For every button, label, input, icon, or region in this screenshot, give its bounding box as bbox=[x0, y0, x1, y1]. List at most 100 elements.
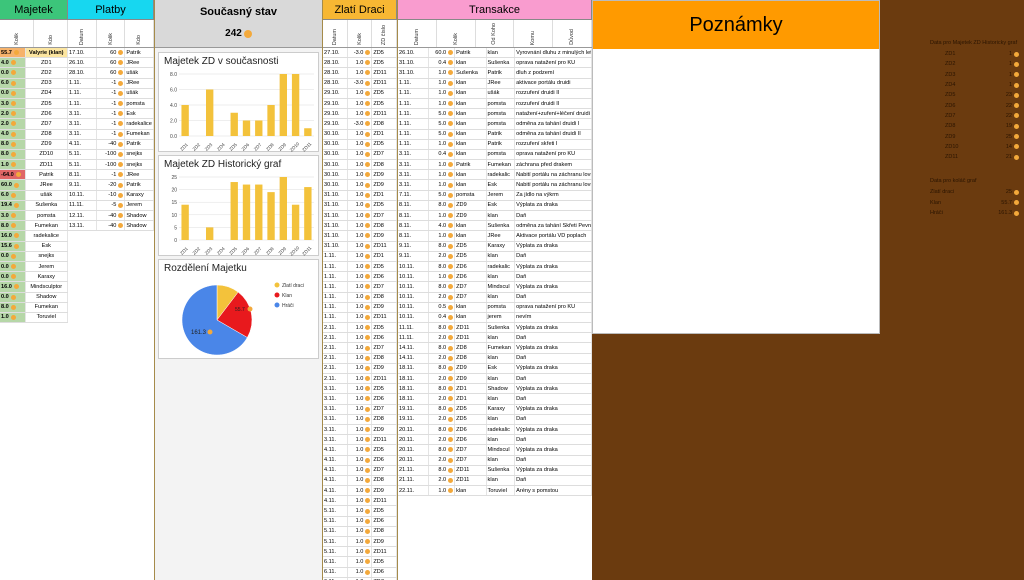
table-cell[interactable]: ZD7 bbox=[455, 455, 487, 465]
table-cell[interactable]: Daň bbox=[515, 435, 592, 445]
table-cell[interactable]: ZD8 bbox=[372, 475, 397, 486]
table-cell[interactable]: 10.11. bbox=[398, 282, 430, 292]
table-cell[interactable]: ZD7 bbox=[455, 445, 487, 455]
table-cell[interactable]: oprava natažení pro KU bbox=[515, 149, 592, 160]
table-cell[interactable]: Esk bbox=[487, 363, 516, 373]
table-cell[interactable]: ZD9 bbox=[372, 180, 397, 190]
table-cell[interactable]: Esk bbox=[487, 180, 516, 190]
table-cell[interactable]: 1.0 bbox=[348, 363, 373, 373]
table-cell[interactable]: ZD9 bbox=[455, 200, 487, 210]
table-cell[interactable]: Esk bbox=[26, 241, 68, 251]
table-cell[interactable]: -20 bbox=[97, 180, 126, 190]
table-cell[interactable]: -40 bbox=[97, 139, 126, 149]
column-header[interactable]: Kdo bbox=[34, 20, 68, 47]
table-cell[interactable]: ZD9 bbox=[455, 363, 487, 373]
table-cell[interactable]: 4.11. bbox=[323, 445, 348, 455]
table-cell[interactable]: Shadow bbox=[125, 211, 154, 221]
table-cell[interactable]: 1.11. bbox=[323, 302, 348, 312]
bar[interactable] bbox=[255, 184, 263, 240]
table-cell[interactable]: 16.0 bbox=[0, 231, 26, 241]
table-cell[interactable]: Patrik bbox=[487, 139, 516, 149]
table-cell[interactable]: ZD11 bbox=[455, 475, 487, 486]
table-cell[interactable]: klan bbox=[487, 292, 516, 302]
table-cell[interactable]: ZD11 bbox=[372, 78, 397, 88]
table-cell[interactable]: 4.11. bbox=[323, 486, 348, 496]
table-cell[interactable]: Karaxy bbox=[26, 272, 68, 282]
table-cell[interactable]: Fumekan bbox=[487, 343, 516, 353]
table-cell[interactable]: Výplata za draka bbox=[515, 404, 592, 414]
table-cell[interactable]: Daň bbox=[515, 475, 592, 486]
column-header[interactable]: Důvod bbox=[553, 20, 592, 47]
table-cell[interactable]: 1.0 bbox=[348, 302, 373, 312]
table-cell[interactable]: Karaxy bbox=[125, 190, 154, 200]
table-cell[interactable]: Karaxy bbox=[487, 404, 516, 414]
table-cell[interactable]: 5.0 bbox=[429, 119, 456, 129]
table-cell[interactable]: 1.11. bbox=[323, 292, 348, 302]
table-cell[interactable]: 4.0 bbox=[0, 58, 26, 68]
table-cell[interactable]: 20.11. bbox=[398, 455, 430, 465]
table-cell[interactable]: 2.0 bbox=[429, 414, 456, 424]
table-cell[interactable]: 30.10. bbox=[323, 180, 348, 190]
table-cell[interactable]: 1.0 bbox=[348, 496, 373, 506]
table-cell[interactable]: ZD11 bbox=[455, 333, 487, 343]
table-cell[interactable]: 1.0 bbox=[348, 98, 373, 109]
table-cell[interactable]: 1.0 bbox=[348, 139, 373, 149]
table-cell[interactable]: Nabití portálu na záchranu lovu bbox=[515, 170, 592, 180]
table-cell[interactable]: ZD8 bbox=[372, 414, 397, 424]
table-cell[interactable]: Toruviel bbox=[487, 486, 516, 496]
table-cell[interactable]: radekalic bbox=[487, 261, 516, 272]
table-cell[interactable]: 1.0 bbox=[348, 312, 373, 323]
table-cell[interactable]: Fumekan bbox=[125, 129, 154, 139]
table-cell[interactable]: 1.0 bbox=[0, 160, 26, 170]
table-cell[interactable]: 18.11. bbox=[398, 374, 430, 384]
table-cell[interactable]: 1.0 bbox=[348, 537, 373, 547]
table-cell[interactable]: 0.0 bbox=[0, 88, 26, 98]
bar[interactable] bbox=[291, 74, 300, 136]
table-cell[interactable]: 14.11. bbox=[398, 353, 430, 363]
table-cell[interactable]: ušák bbox=[125, 68, 154, 78]
table-cell[interactable]: 8.0 bbox=[429, 241, 456, 251]
table-cell[interactable]: ZD7 bbox=[26, 119, 68, 129]
table-cell[interactable]: Esk bbox=[487, 200, 516, 210]
table-cell[interactable]: rozzuření druidi II bbox=[515, 98, 592, 109]
table-cell[interactable]: 1.0 bbox=[348, 292, 373, 302]
table-cell[interactable]: ZD5 bbox=[455, 241, 487, 251]
table-cell[interactable]: 1.11. bbox=[323, 261, 348, 272]
table-cell[interactable]: ZD5 bbox=[455, 251, 487, 261]
table-cell[interactable]: 2.11. bbox=[323, 323, 348, 333]
table-cell[interactable]: 28.10. bbox=[68, 68, 97, 78]
table-cell[interactable]: rozzuření skřeti I bbox=[515, 139, 592, 149]
table-cell[interactable]: 3.0 bbox=[0, 98, 26, 109]
table-cell[interactable]: 1.11. bbox=[398, 98, 430, 109]
table-cell[interactable]: ZD7 bbox=[372, 282, 397, 292]
table-cell[interactable]: ZD8 bbox=[372, 353, 397, 363]
table-cell[interactable]: klan bbox=[455, 170, 487, 180]
table-cell[interactable]: -1 bbox=[97, 119, 126, 129]
table-cell[interactable]: 18.11. bbox=[398, 384, 430, 394]
table-cell[interactable]: ZD9 bbox=[372, 231, 397, 241]
table-cell[interactable]: -3.0 bbox=[348, 119, 373, 129]
table-cell[interactable]: Daň bbox=[515, 455, 592, 465]
table-cell[interactable]: 29.10. bbox=[323, 88, 348, 98]
table-cell[interactable]: 8.0 bbox=[0, 139, 26, 149]
table-cell[interactable]: 3.0 bbox=[0, 211, 26, 221]
table-cell[interactable]: 1.0 bbox=[348, 68, 373, 78]
table-cell[interactable]: klan bbox=[487, 211, 516, 221]
table-cell[interactable]: snejks bbox=[26, 251, 68, 261]
table-cell[interactable]: ZD9 bbox=[372, 170, 397, 180]
table-cell[interactable]: Shadow bbox=[26, 292, 68, 302]
table-cell[interactable]: 4.11. bbox=[323, 455, 348, 465]
table-cell[interactable]: Toruviel bbox=[26, 312, 68, 323]
table-cell[interactable]: ZD9 bbox=[455, 374, 487, 384]
table-cell[interactable]: 8.0 bbox=[0, 149, 26, 160]
table-cell[interactable]: klan bbox=[487, 251, 516, 261]
table-cell[interactable]: pomsta bbox=[487, 98, 516, 109]
table-cell[interactable]: ZD11 bbox=[372, 435, 397, 445]
table-cell[interactable]: ZD1 bbox=[372, 251, 397, 261]
table-cell[interactable]: 5.0 bbox=[429, 109, 456, 119]
table-cell[interactable]: ZD6 bbox=[455, 435, 487, 445]
table-cell[interactable]: 1.0 bbox=[0, 312, 26, 323]
table-cell[interactable]: -1 bbox=[97, 78, 126, 88]
table-cell[interactable]: 1.0 bbox=[348, 129, 373, 139]
table-cell[interactable]: klan bbox=[455, 119, 487, 129]
